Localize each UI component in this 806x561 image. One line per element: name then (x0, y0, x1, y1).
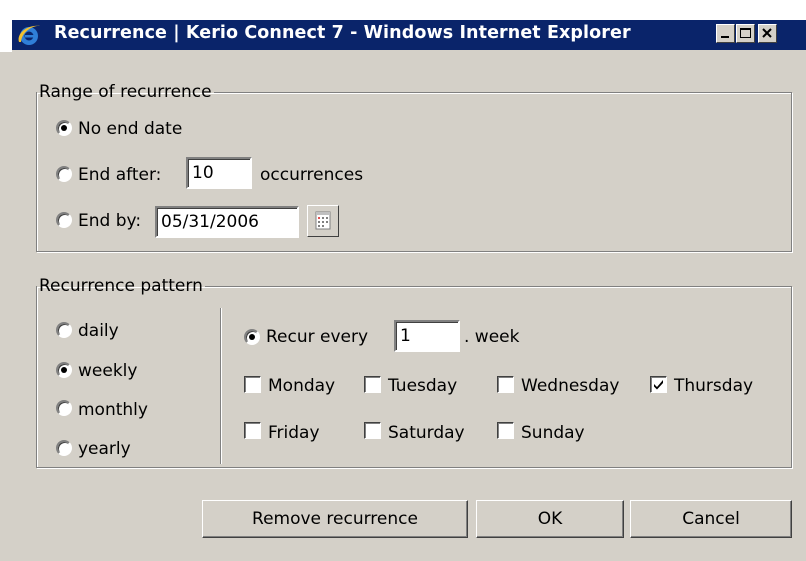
maximize-button[interactable] (736, 24, 755, 43)
minimize-icon (721, 36, 729, 38)
recur-every-radio[interactable] (244, 329, 260, 345)
end-after-input[interactable]: 10 (186, 157, 252, 189)
friday-label: Friday (268, 423, 320, 443)
dialog-body: Range of recurrence No end date End afte… (12, 50, 806, 561)
title-bar-strip[interactable]: Recurrence | Kerio Connect 7 - Windows I… (12, 20, 806, 50)
no-end-date-label: No end date (78, 119, 183, 139)
monday-checkbox[interactable] (244, 376, 261, 393)
saturday-label: Saturday (388, 423, 465, 443)
week-label: . week (464, 327, 520, 347)
no-end-date-radio[interactable] (56, 120, 72, 136)
end-by-date-input[interactable]: 05/31/2006 (155, 206, 299, 238)
yearly-radio[interactable] (56, 440, 72, 456)
tuesday-label: Tuesday (388, 376, 458, 396)
dialog-window: Recurrence | Kerio Connect 7 - Windows I… (0, 0, 806, 561)
cancel-button[interactable]: Cancel (630, 500, 792, 538)
end-by-radio[interactable] (56, 212, 72, 228)
friday-checkbox[interactable] (244, 422, 261, 439)
daily-label: daily (78, 321, 119, 341)
internet-explorer-icon (16, 22, 42, 48)
sunday-label: Sunday (521, 423, 585, 443)
calendar-icon (315, 211, 331, 230)
remove-recurrence-button[interactable]: Remove recurrence (202, 500, 468, 538)
recur-every-label: Recur every (266, 327, 369, 347)
close-icon (762, 28, 772, 38)
saturday-checkbox[interactable] (364, 422, 381, 439)
end-by-label: End by: (78, 211, 142, 231)
recurrence-pattern-legend: Recurrence pattern (39, 276, 203, 296)
daily-radio[interactable] (56, 322, 72, 338)
window-title: Recurrence | Kerio Connect 7 - Windows I… (54, 23, 631, 43)
wednesday-checkbox[interactable] (497, 376, 514, 393)
recur-every-input[interactable]: 1 (394, 320, 460, 352)
close-button[interactable] (758, 24, 777, 43)
calendar-button[interactable] (307, 205, 339, 237)
monthly-label: monthly (78, 400, 148, 420)
ok-button[interactable]: OK (476, 500, 624, 538)
checkmark-icon (654, 380, 663, 390)
maximize-icon (740, 28, 751, 38)
monday-label: Monday (268, 376, 336, 396)
yearly-label: yearly (78, 439, 131, 459)
thursday-checkbox[interactable] (650, 376, 667, 393)
range-of-recurrence-legend: Range of recurrence (39, 82, 212, 102)
weekly-label: weekly (78, 361, 138, 381)
minimize-button[interactable] (716, 24, 735, 43)
pattern-divider (220, 308, 221, 464)
end-after-radio[interactable] (56, 166, 72, 182)
weekly-radio[interactable] (56, 362, 72, 378)
occurrences-label: occurrences (260, 165, 364, 185)
end-after-label: End after: (78, 165, 162, 185)
sunday-checkbox[interactable] (497, 422, 514, 439)
tuesday-checkbox[interactable] (364, 376, 381, 393)
monthly-radio[interactable] (56, 400, 72, 416)
thursday-label: Thursday (674, 376, 754, 396)
wednesday-label: Wednesday (521, 376, 620, 396)
title-bar: Recurrence | Kerio Connect 7 - Windows I… (0, 0, 806, 52)
